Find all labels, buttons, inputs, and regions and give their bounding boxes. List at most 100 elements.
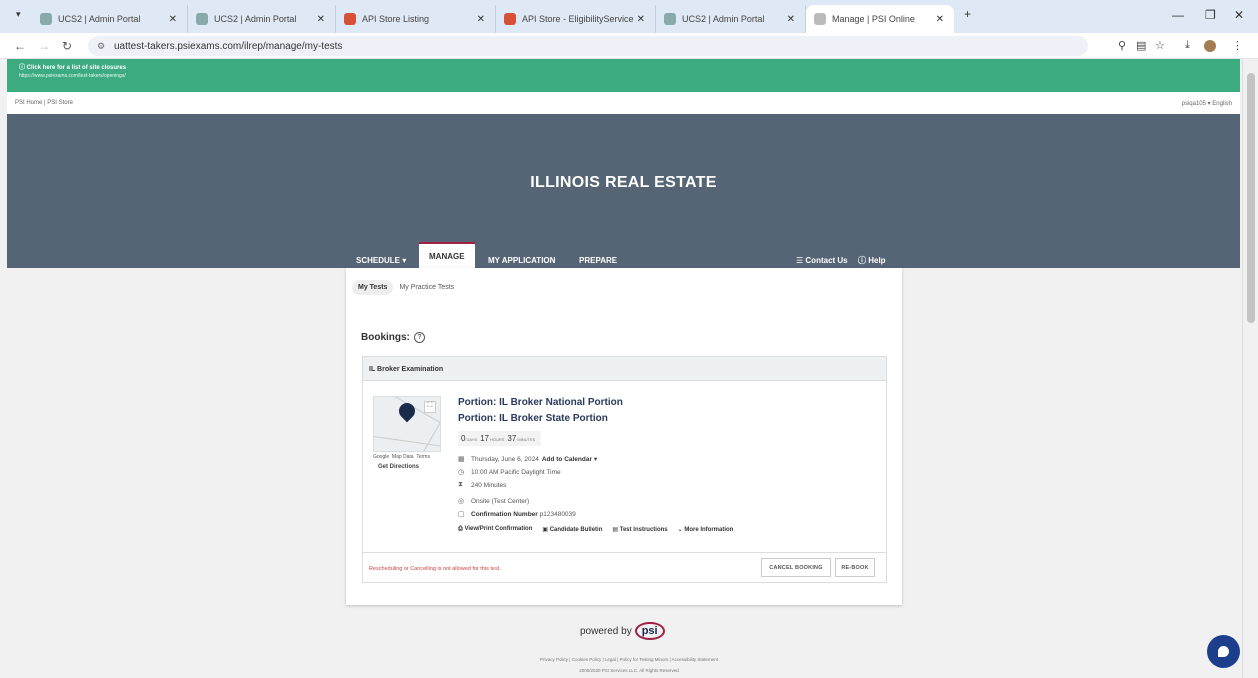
tab-my-practice-tests[interactable]: My Practice Tests (393, 280, 460, 295)
zoom-icon[interactable]: ⚲ (1118, 39, 1126, 52)
reload-icon[interactable]: ↻ (62, 39, 72, 53)
api-favicon-icon (504, 13, 516, 25)
profile-avatar-icon[interactable] (1204, 40, 1216, 52)
close-icon[interactable]: ✕ (787, 14, 795, 25)
banner-title[interactable]: Click here for a list of site closures (27, 65, 126, 71)
rebook-button[interactable]: RE-BOOK (835, 558, 875, 577)
tab-title: API Store Listing (362, 14, 430, 24)
bookmark-star-icon[interactable]: ☆ (1155, 39, 1165, 52)
back-icon[interactable]: ← (14, 39, 26, 53)
close-icon[interactable]: ✕ (169, 14, 177, 25)
download-icon[interactable]: ⤓ (1185, 39, 1190, 52)
manage-card: My Tests My Practice Tests Bookings: ? I… (346, 268, 902, 605)
more-information-toggle[interactable]: ⌄ More Information (678, 526, 734, 533)
chat-button[interactable] (1207, 635, 1240, 668)
browser-tab[interactable]: UCS2 | Admin Portal ✕ (32, 5, 188, 33)
close-icon[interactable]: ✕ (637, 14, 645, 25)
api-favicon-icon (344, 13, 356, 25)
menu-kebab-icon[interactable]: ⋮ (1232, 39, 1243, 52)
footer-links[interactable]: Privacy Policy | Cookies Policy | Legal … (0, 657, 1258, 662)
forward-icon[interactable]: → (38, 39, 50, 53)
location-map[interactable]: ⛶ (373, 396, 441, 452)
question-icon[interactable]: ? (413, 332, 425, 343)
countdown-timer: 0 DAYS 17 HOURS 37 MINUTES (458, 431, 542, 446)
browser-tab-active[interactable]: Manage | PSI Online ✕ (806, 5, 954, 33)
window-close-icon[interactable]: ✕ (1234, 8, 1244, 22)
info-icon: ⓘ (19, 65, 27, 71)
bookings-heading: Bookings: ? (361, 332, 425, 343)
nav-manage[interactable]: MANAGE (419, 242, 475, 268)
candidate-bulletin-link[interactable]: ▣ Candidate Bulletin (542, 526, 602, 533)
close-icon[interactable]: ✕ (317, 14, 325, 25)
calendar-icon: ▦ (458, 456, 465, 463)
confirmation-label: Confirmation Number (471, 510, 538, 518)
hourglass-icon: ⧗ (458, 481, 463, 488)
psi-favicon-icon (40, 13, 52, 25)
restore-icon[interactable]: ❐ (1205, 8, 1216, 22)
cancel-booking-button[interactable]: CANCEL BOOKING (761, 558, 831, 577)
reader-icon[interactable]: ▤ (1136, 39, 1146, 52)
portion-national: Portion: IL Broker National Portion (458, 397, 623, 408)
url-text: uattest-takers.psiexams.com/ilrep/manage… (114, 40, 343, 52)
browser-tab[interactable]: API Store Listing ✕ (336, 5, 496, 33)
exam-duration: 240 Minutes (471, 481, 507, 489)
fullscreen-icon[interactable]: ⛶ (424, 401, 436, 413)
location-icon: ◎ (458, 498, 465, 505)
booking-footer: Rescheduling or Cancelling is not allowe… (363, 552, 886, 582)
minimize-icon[interactable]: — (1172, 8, 1184, 22)
confirmation-number: p123480039 (539, 510, 576, 518)
user-language-menu[interactable]: psiqa105 ▾ English (1182, 100, 1232, 107)
psi-favicon-icon (814, 13, 826, 25)
test-instructions-link[interactable]: ▤ Test Instructions (612, 526, 667, 533)
browser-tab[interactable]: UCS2 | Admin Portal ✕ (656, 5, 806, 33)
close-icon[interactable]: ✕ (477, 14, 485, 25)
browser-tab[interactable]: UCS2 | Admin Portal ✕ (188, 5, 336, 33)
nav-my-application[interactable]: MY APPLICATION (488, 252, 555, 268)
booking-panel: IL Broker Examination ⛶ Google Map Data … (362, 356, 887, 583)
map-pin-icon (395, 399, 419, 423)
page-title: ILLINOIS REAL ESTATE (530, 174, 717, 191)
url-input[interactable]: ⚙ uattest-takers.psiexams.com/ilrep/mana… (88, 36, 1088, 56)
nav-prepare[interactable]: PREPARE (579, 252, 617, 268)
clock-icon: ◷ (458, 469, 465, 476)
chat-bubble-icon (1218, 646, 1229, 657)
browser-tab[interactable]: API Store - EligibilityService ✕ (496, 5, 656, 33)
tab-search-icon[interactable]: ▾ (16, 9, 21, 20)
nav-contact-us[interactable]: ☰ Contact Us (796, 252, 848, 268)
psi-home-store-links[interactable]: PSI Home | PSI Store (15, 100, 73, 106)
banner-link[interactable]: https://www.psiexams.com/test-takers/ope… (19, 73, 1228, 79)
tab-title: Manage | PSI Online (832, 14, 915, 24)
address-bar: ← → ↻ ⚙ uattest-takers.psiexams.com/ilre… (0, 33, 1258, 59)
page-scrollbar[interactable] (1242, 59, 1258, 678)
utility-bar: PSI Home | PSI Store psiqa105 ▾ English (7, 92, 1240, 114)
nav-help[interactable]: ⓘ Help (858, 252, 886, 268)
new-tab-icon[interactable]: + (964, 7, 971, 21)
site-closures-banner[interactable]: ⓘ Click here for a list of site closures… (7, 59, 1240, 92)
reschedule-warning: Rescheduling or Cancelling is not allowe… (369, 566, 501, 572)
contact-icon: ☰ (796, 255, 806, 265)
hero-header: ILLINOIS REAL ESTATE SCHEDULE ▾ MANAGE M… (7, 114, 1240, 268)
get-directions-link[interactable]: Get Directions (378, 464, 419, 470)
psi-favicon-icon (196, 13, 208, 25)
site-settings-icon[interactable]: ⚙ (97, 41, 105, 52)
copyright: 2000/2020 PSI Services LLC. All Rights R… (579, 668, 679, 673)
add-to-calendar-button[interactable]: Add to Calendar ▾ (542, 455, 597, 463)
tab-title: UCS2 | Admin Portal (58, 14, 141, 24)
exam-location: Onsite (Test Center) (471, 497, 530, 505)
help-icon: ⓘ (858, 255, 869, 265)
google-logo: Google Map Data Terms (373, 454, 430, 460)
tab-title: UCS2 | Admin Portal (682, 14, 765, 24)
portion-state: Portion: IL Broker State Portion (458, 413, 608, 424)
view-print-link[interactable]: ⎙ View/Print Confirmation (458, 526, 532, 533)
tab-title: UCS2 | Admin Portal (214, 14, 297, 24)
close-icon[interactable]: ✕ (936, 14, 944, 25)
powered-by: powered by psi (580, 622, 665, 640)
exam-time: 10:00 AM Pacific Daylight Time (471, 468, 561, 476)
tab-my-tests[interactable]: My Tests (352, 280, 394, 295)
exam-name: IL Broker Examination (363, 357, 886, 381)
nav-schedule[interactable]: SCHEDULE ▾ (356, 252, 406, 268)
exam-date: Thursday, June 6, 2024 (471, 455, 539, 463)
scrollbar-thumb[interactable] (1247, 73, 1255, 323)
psi-favicon-icon (664, 13, 676, 25)
bulletin-icon: ▣ (542, 527, 550, 533)
